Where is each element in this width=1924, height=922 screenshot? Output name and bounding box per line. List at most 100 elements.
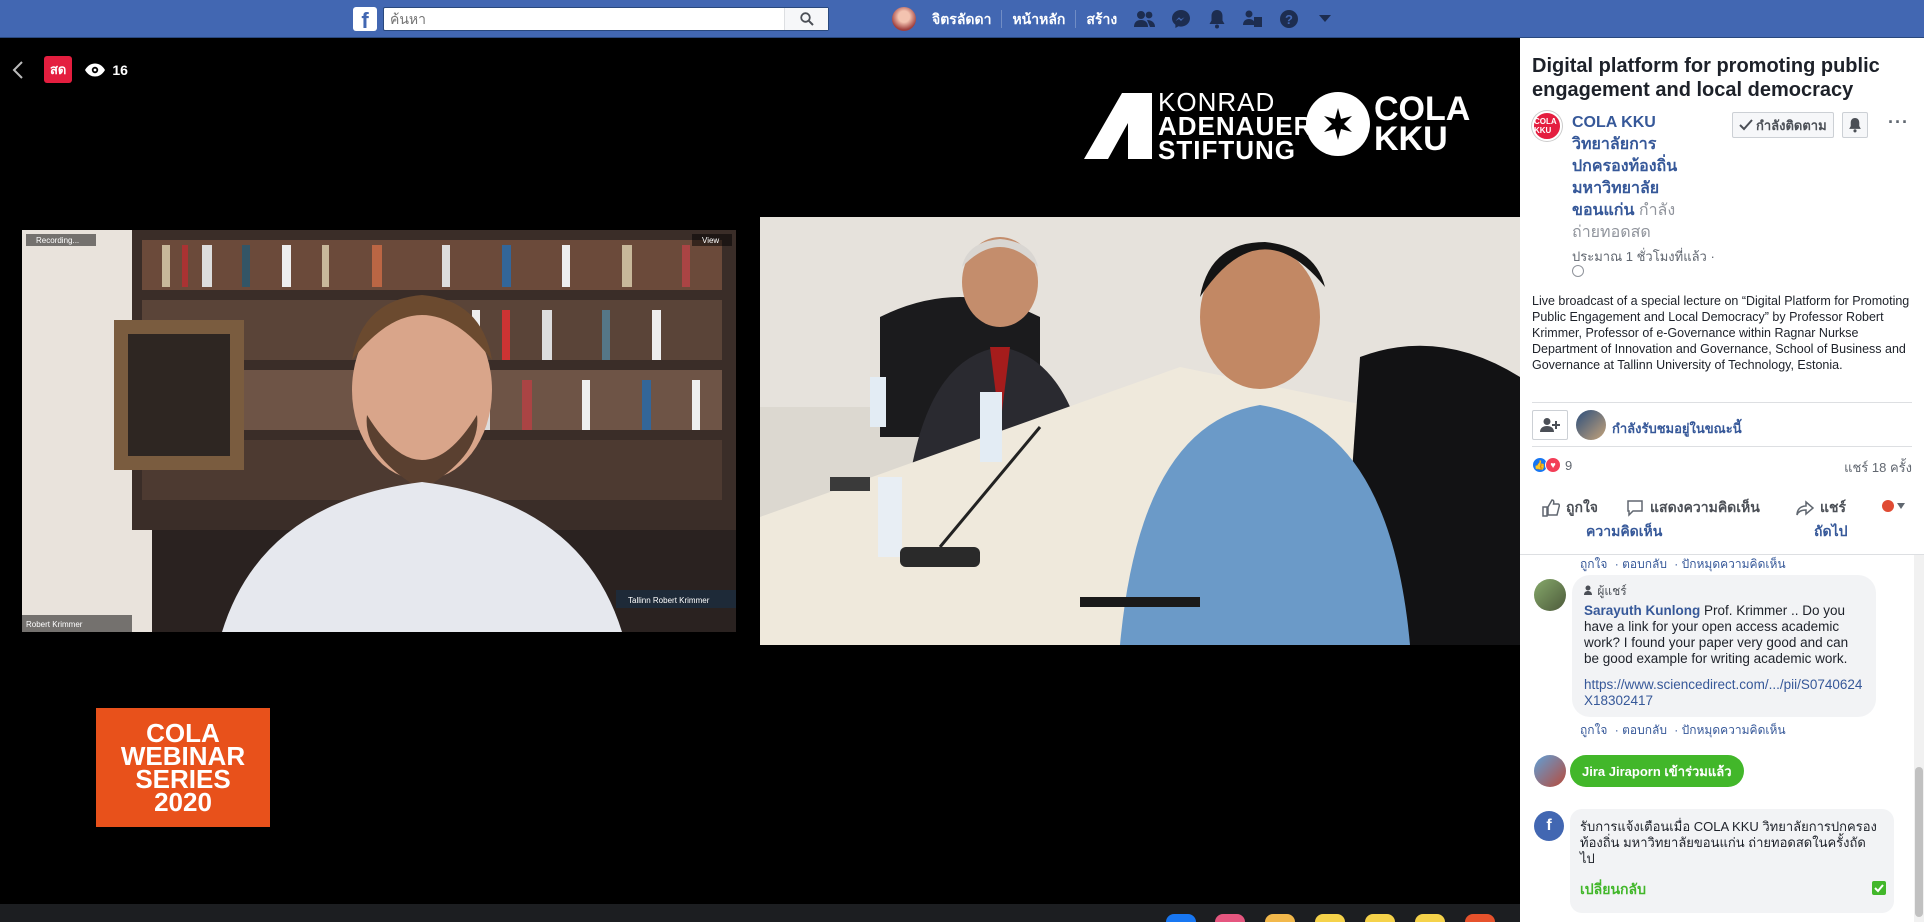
viewer-count: 16	[112, 61, 128, 78]
page-avatar[interactable]: COLA KKU	[1532, 111, 1562, 141]
page-name-line-5: ขอนแก่น	[1572, 202, 1635, 219]
notify-bell-button[interactable]	[1842, 112, 1868, 138]
live-status: กำลัง	[1638, 202, 1676, 219]
reaction-count: 9	[1565, 457, 1573, 473]
nav-profile-link[interactable]: จิตรลัดดา	[922, 10, 1003, 28]
people-help-icon	[1243, 10, 1263, 27]
add-person-icon	[1540, 418, 1560, 432]
top-navigation-bar: f จิตรลัดดา หน้าหลัก สร้าง ?	[0, 0, 1924, 38]
caret-down-icon	[1319, 15, 1332, 22]
invite-friends-button[interactable]	[1532, 410, 1568, 440]
dock-icon-3[interactable]	[1265, 914, 1295, 922]
comment-like-link[interactable]: ถูกใจ	[1580, 723, 1607, 737]
live-notification-box: รับการแจ้งเตือนเมื่อ COLA KKU วิทยาลัยกา…	[1570, 809, 1894, 913]
comment-reply-link[interactable]: · ตอบกลับ	[1615, 723, 1667, 737]
bell-icon	[1849, 118, 1861, 133]
facebook-logo-icon[interactable]: f	[353, 7, 377, 31]
friend-requests-button[interactable]	[1127, 0, 1163, 38]
viewers-now-label[interactable]: กำลังรับชมอยู่ในขณะนี้	[1612, 418, 1742, 439]
following-button[interactable]: กำลังติดตาม	[1732, 112, 1834, 138]
live-video-player[interactable]: สด 16 KONRAD ADENAUER STIFTUNG COLA KKU	[0, 46, 1520, 904]
svg-text:?: ?	[1285, 12, 1293, 27]
user-avatar[interactable]	[892, 7, 916, 31]
dock-icon-7[interactable]	[1465, 914, 1495, 922]
dock-icon-2[interactable]	[1215, 914, 1245, 922]
notifications-button[interactable]	[1199, 0, 1235, 38]
dock-icon-1[interactable]	[1166, 914, 1196, 922]
checkbox-checked-icon[interactable]	[1872, 881, 1886, 895]
video-top-controls: สด 16	[12, 56, 128, 83]
joiner-avatar[interactable]	[1534, 755, 1566, 787]
dock-icon-4[interactable]	[1315, 914, 1345, 922]
comment-label: แสดงความคิดเห็น	[1650, 499, 1760, 515]
share-label: แชร์	[1820, 499, 1847, 515]
comment-author[interactable]: Sarayuth Kunlong	[1584, 603, 1700, 618]
dock-icon-5[interactable]	[1365, 914, 1395, 922]
page-name-line-4: มหาวิทยาลัย	[1572, 180, 1660, 197]
page-name-line-2: วิทยาลัยการ	[1572, 136, 1657, 153]
more-options-icon[interactable]: ···	[1888, 112, 1909, 133]
messenger-icon	[1172, 10, 1191, 28]
comment-label-wrap[interactable]: ความคิดเห็น	[1586, 521, 1662, 543]
dock-icon-6[interactable]	[1415, 914, 1445, 922]
share-arrow-icon	[1796, 500, 1814, 516]
zoom-view-label: View	[702, 236, 719, 245]
divider	[1532, 446, 1912, 447]
comment-button[interactable]: แสดงความคิดเห็น	[1626, 497, 1760, 519]
live-status-2: ถ่ายทอดสด	[1572, 224, 1651, 241]
page-name[interactable]: COLA KKU วิทยาลัยการ ปกครองท้องถิ่น มหาว…	[1572, 112, 1692, 244]
meeting-room-scene	[760, 217, 1520, 645]
comments-list[interactable]: ถูกใจ · ตอบกลับ · ปักหมุดความคิดเห็น ผู้…	[1520, 554, 1924, 922]
kas-line-3: STIFTUNG	[1158, 135, 1296, 165]
like-label: ถูกใจ	[1566, 499, 1598, 515]
nav-right: จิตรลัดดา หน้าหลัก สร้าง ?	[892, 0, 1343, 38]
prev-like-link[interactable]: ถูกใจ	[1580, 557, 1607, 571]
cola-emblem-icon	[1306, 92, 1370, 156]
comment-pin-link[interactable]: · ปักหมุดความคิดเห็น	[1674, 723, 1785, 737]
nav-home-link[interactable]: หน้าหลัก	[1002, 10, 1077, 28]
globe-icon	[1572, 265, 1584, 277]
undo-link[interactable]: เปลี่ยนกลับ	[1580, 879, 1646, 901]
messenger-button[interactable]	[1163, 0, 1199, 38]
konrad-adenauer-logo: KONRAD ADENAUER STIFTUNG	[1084, 89, 1313, 165]
comment-bubble: ผู้แชร์ Sarayuth Kunlong Prof. Krimmer .…	[1572, 575, 1876, 717]
comment-icon	[1627, 500, 1643, 517]
friends-icon	[1134, 11, 1156, 27]
like-button[interactable]: ถูกใจ	[1542, 497, 1598, 519]
zoom-recording-label: Recording...	[36, 236, 79, 245]
prev-pin-link[interactable]: · ปักหมุดความคิดเห็น	[1674, 557, 1785, 571]
reaction-summary[interactable]: 👍 ♥ 9	[1532, 457, 1572, 473]
account-menu-button[interactable]	[1307, 0, 1343, 38]
scrollbar-thumb[interactable]	[1915, 767, 1923, 917]
search-input[interactable]	[384, 8, 784, 30]
page-name-line-1: COLA KKU	[1572, 114, 1656, 131]
next-label-text: ถัดไป	[1814, 523, 1848, 539]
post-timestamp[interactable]: ประมาณ 1 ชั่วโมงที่แล้ว ·	[1572, 246, 1715, 267]
reaction-picker-button[interactable]	[1881, 499, 1913, 513]
commenter-avatar[interactable]	[1534, 579, 1566, 611]
nav-create-link[interactable]: สร้าง	[1076, 10, 1127, 28]
cola-kku-logo: COLA KKU	[1306, 92, 1470, 156]
post-sidebar: Digital platform for promoting public en…	[1520, 38, 1924, 922]
live-badge: สด	[44, 56, 73, 83]
joined-notice: Jira Jiraporn เข้าร่วมแล้ว	[1570, 755, 1744, 787]
prev-reply-link[interactable]: · ตอบกลับ	[1615, 557, 1667, 571]
help-button[interactable]: ?	[1271, 0, 1307, 38]
search-box	[383, 7, 829, 31]
comments-scrollbar[interactable]	[1914, 555, 1924, 922]
share-button[interactable]: แชร์	[1796, 497, 1846, 519]
share-count[interactable]: แชร์ 18 ครั้ง	[1844, 457, 1912, 478]
viewer-avatar[interactable]	[1576, 410, 1606, 440]
sharer-badge-text: ผู้แชร์	[1597, 584, 1627, 598]
reaction-avatar-icon	[1882, 500, 1905, 512]
love-reaction-icon: ♥	[1545, 457, 1561, 473]
zoom-name-left: Robert Krimmer	[26, 620, 83, 629]
next-label[interactable]: ถัดไป	[1814, 521, 1848, 543]
prev-comment-actions: ถูกใจ · ตอบกลับ · ปักหมุดความคิดเห็น	[1580, 555, 1790, 574]
divider	[1532, 402, 1912, 403]
comment-link[interactable]: https://www.sciencedirect.com/.../pii/S0…	[1584, 677, 1864, 709]
cola-line-2: KKU	[1374, 120, 1448, 158]
back-chevron-icon[interactable]	[12, 60, 24, 80]
quick-help-button[interactable]	[1235, 0, 1271, 38]
search-button[interactable]	[784, 8, 828, 30]
